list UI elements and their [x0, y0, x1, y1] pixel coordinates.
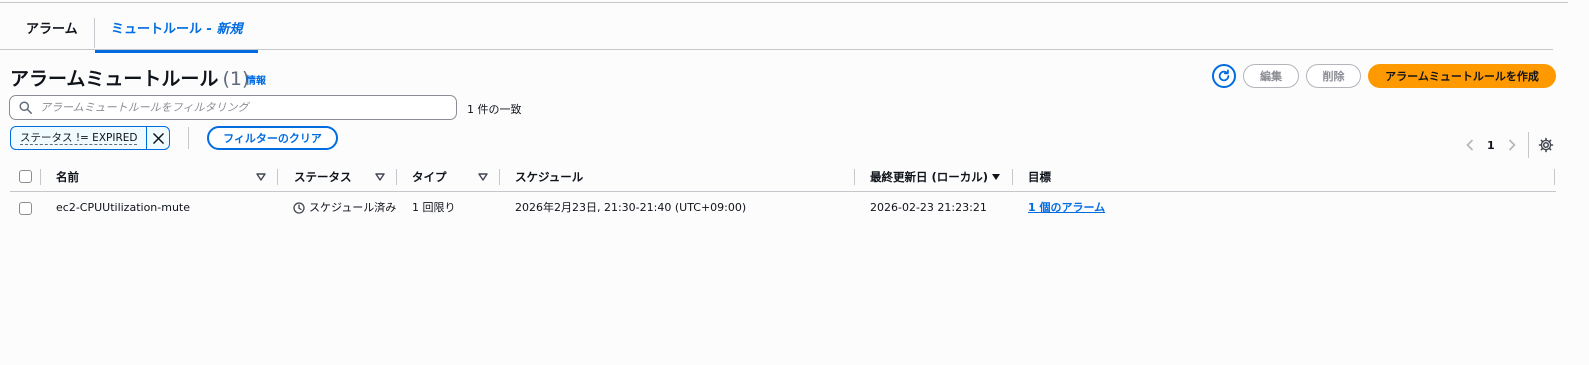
column-header-updated[interactable]: 最終更新日 (ローカル)	[870, 162, 988, 192]
close-icon	[153, 132, 164, 144]
gear-icon[interactable]	[1538, 137, 1554, 153]
column-header-targets: 目標	[1028, 170, 1051, 184]
tab-alarms[interactable]: アラーム	[10, 14, 94, 49]
table-header: 名前 ステータス タイプ スケジュール 最終更新日 (ローカル) 目標	[10, 162, 1556, 192]
previous-page-button[interactable]	[1463, 136, 1477, 154]
delete-button[interactable]: 削除	[1306, 64, 1361, 88]
page-number[interactable]: 1	[1487, 139, 1495, 152]
row-checkbox[interactable]	[19, 202, 32, 215]
remove-filter-button[interactable]	[146, 127, 169, 149]
tab-mute-rules[interactable]: ミュートルール - 新規	[94, 18, 259, 53]
next-page-button[interactable]	[1505, 136, 1519, 154]
select-all-checkbox[interactable]	[19, 170, 32, 183]
pagination-divider	[1528, 132, 1529, 158]
chevron-left-icon	[1466, 139, 1474, 151]
edit-button[interactable]: 編集	[1243, 64, 1299, 88]
info-link[interactable]: 情報	[246, 72, 266, 87]
column-header-type[interactable]: タイプ	[412, 162, 447, 192]
tab-new-badge: 新規	[216, 22, 243, 37]
clear-filters-button[interactable]: フィルターのクリア	[207, 126, 338, 150]
refresh-icon	[1218, 69, 1230, 82]
tab-bar: アラーム ミュートルール - 新規	[0, 14, 1553, 53]
tab-alarms-label: アラーム	[26, 22, 78, 37]
rule-targets-link[interactable]: 1 個のアラーム	[1028, 193, 1105, 223]
top-divider	[0, 2, 1568, 3]
page-title-text: アラームミュートルール	[10, 68, 219, 90]
search-box	[9, 95, 457, 120]
rule-name: ec2-CPUUtilization-mute	[56, 201, 191, 214]
column-header-status[interactable]: ステータス	[294, 162, 352, 192]
filter-token-label[interactable]: ステータス != EXPIRED	[11, 127, 146, 149]
pagination: 1	[1463, 136, 1519, 154]
sort-icon[interactable]	[477, 171, 489, 183]
tab-mute-rules-label: ミュートルール	[111, 22, 203, 37]
create-mute-rule-button[interactable]: アラームミュートルールを作成	[1368, 64, 1556, 88]
filter-divider	[188, 127, 189, 149]
sort-icon[interactable]	[255, 171, 267, 183]
chevron-right-icon	[1508, 139, 1516, 151]
refresh-button[interactable]	[1212, 64, 1236, 88]
rule-type: 1 回限り	[412, 201, 456, 214]
filter-token: ステータス != EXPIRED	[10, 126, 171, 150]
search-icon	[19, 101, 32, 114]
clock-icon	[293, 202, 305, 214]
match-count: 1 件の一致	[467, 103, 522, 116]
table-row: ec2-CPUUtilization-mute スケジュール済み 1 回限り 2…	[10, 193, 1556, 223]
sort-descending-icon[interactable]	[990, 171, 1002, 183]
sort-icon[interactable]	[374, 171, 386, 183]
column-header-schedule: スケジュール	[515, 170, 584, 184]
rule-status: スケジュール済み	[293, 193, 396, 223]
rule-updated: 2026-02-23 21:23:21	[870, 201, 987, 214]
search-input[interactable]	[38, 100, 456, 115]
page-title: アラームミュートルール (1)	[10, 64, 249, 91]
rule-status-text: スケジュール済み	[309, 201, 397, 214]
column-header-name[interactable]: 名前	[56, 162, 79, 192]
rule-schedule: 2026年2月23日, 21:30-21:40 (UTC+09:00)	[515, 201, 747, 214]
